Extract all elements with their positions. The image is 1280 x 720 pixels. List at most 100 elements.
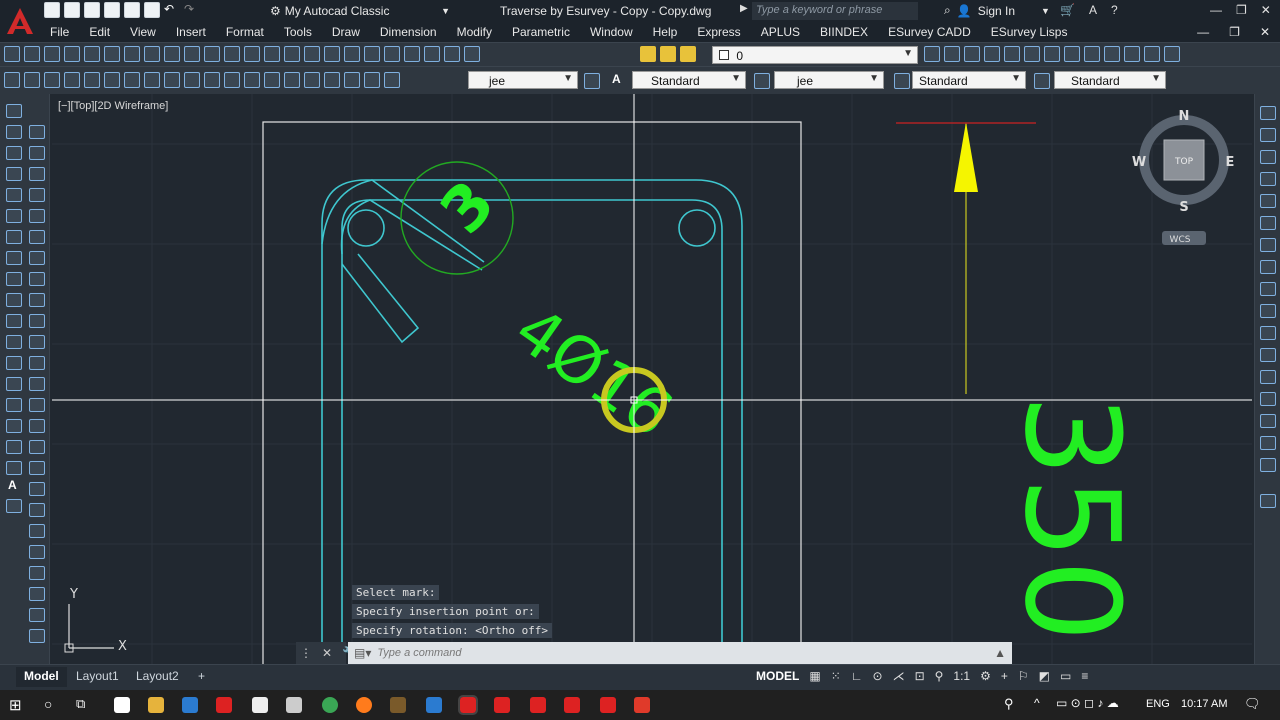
radius-icon[interactable] [84, 72, 100, 88]
media-icon[interactable] [216, 697, 232, 713]
preview-icon[interactable] [84, 46, 100, 62]
table-icon[interactable] [6, 461, 22, 475]
jogged-linear-icon[interactable] [324, 72, 340, 88]
line-icon[interactable] [6, 104, 22, 118]
object-snap-icon[interactable]: ⊡ [915, 669, 925, 683]
menu-aplus[interactable]: APLUS [751, 25, 810, 39]
isolate-objects-icon[interactable]: ⚐ [1018, 669, 1029, 683]
compass-east[interactable]: E [1226, 155, 1235, 170]
lock-icon[interactable] [680, 46, 696, 62]
snap-insert-icon[interactable] [1260, 370, 1276, 384]
layer-match-icon[interactable] [1084, 46, 1100, 62]
tolerance-icon[interactable] [264, 72, 280, 88]
annotation-visibility-icon[interactable]: ⚲ [935, 669, 944, 683]
multiline-text-icon[interactable]: A [8, 478, 17, 492]
zoom-realtime-icon[interactable] [284, 46, 300, 62]
plot-icon[interactable] [64, 46, 80, 62]
block-editor-icon[interactable] [204, 46, 220, 62]
copy-icon[interactable] [144, 46, 160, 62]
autocad-2-icon[interactable] [494, 697, 510, 713]
insert-block-icon[interactable] [6, 335, 22, 349]
align-icon[interactable] [29, 566, 45, 580]
tab-layout2[interactable]: Layout2 [128, 667, 187, 687]
grip-icon[interactable]: ⋮ [300, 646, 312, 660]
menu-dimension[interactable]: Dimension [370, 25, 447, 39]
menu-help[interactable]: Help [643, 25, 688, 39]
chrome-icon[interactable] [322, 697, 338, 713]
layer-delete-icon[interactable] [1144, 46, 1160, 62]
undo-icon[interactable] [224, 46, 240, 62]
drawing-area[interactable]: 3 4Ø16 350 Y X TOP N S E W WCS [52, 94, 1252, 664]
save-icon[interactable] [44, 46, 60, 62]
sheet-set-icon[interactable] [404, 46, 420, 62]
search-input[interactable]: Type a keyword or phrase [752, 2, 918, 20]
polyline-edit-icon[interactable] [29, 482, 45, 496]
paste-icon[interactable] [164, 46, 180, 62]
text-edit-icon[interactable] [364, 72, 380, 88]
rebar-top-right[interactable] [678, 209, 716, 247]
layer-properties-icon[interactable] [924, 46, 940, 62]
hatch-edit-icon[interactable] [29, 545, 45, 559]
rotate-icon[interactable] [29, 251, 45, 265]
document-restore-icon[interactable]: ❐ [1219, 25, 1250, 39]
layer-isolate-icon[interactable] [984, 46, 1000, 62]
mail-icon[interactable] [252, 697, 268, 713]
autocad-3-icon[interactable] [530, 697, 546, 713]
command-history-icon[interactable]: ▤▾ [354, 646, 371, 660]
hatch-icon[interactable] [6, 398, 22, 412]
move-icon[interactable] [29, 230, 45, 244]
extend-icon[interactable] [29, 335, 45, 349]
app-red-icon[interactable] [634, 697, 650, 713]
trim-icon[interactable] [29, 314, 45, 328]
application-menu-button[interactable] [0, 0, 40, 42]
snap-perpendicular-icon[interactable] [1260, 326, 1276, 340]
sign-in-button[interactable]: ⌕ 👤 Sign In ▼ [944, 3, 1050, 18]
qnew-icon[interactable] [4, 46, 20, 62]
ortho-icon[interactable]: ∟ [851, 669, 863, 683]
firefox-icon[interactable] [356, 697, 372, 713]
dimension-style-dropdown[interactable]: jee ▼ [468, 71, 578, 89]
quick-dimension-icon[interactable] [164, 72, 180, 88]
rectangle-icon[interactable] [6, 188, 22, 202]
menu-parametric[interactable]: Parametric [502, 25, 580, 39]
cut-icon[interactable] [124, 46, 140, 62]
polyline-icon[interactable] [6, 146, 22, 160]
snap-extension-icon[interactable] [1260, 238, 1276, 252]
circle-icon[interactable] [6, 230, 22, 244]
menu-modify[interactable]: Modify [447, 25, 502, 39]
dimension-style-dropdown-2[interactable]: jee ▼ [774, 71, 884, 89]
chamfer-icon[interactable] [29, 398, 45, 412]
dimension-space-icon[interactable] [224, 72, 240, 88]
notifications-icon[interactable]: 🗨 [1244, 696, 1261, 712]
clock[interactable]: 10:17 AM [1181, 698, 1227, 710]
dimension-break-icon[interactable] [244, 72, 260, 88]
dimension-text[interactable]: 350 [996, 394, 1148, 642]
file-explorer-icon[interactable] [148, 697, 164, 713]
continue-icon[interactable] [204, 72, 220, 88]
calculator-icon[interactable] [444, 46, 460, 62]
bar-label[interactable]: 4Ø16 [501, 293, 685, 453]
design-center-icon[interactable] [364, 46, 380, 62]
redo-icon[interactable] [244, 46, 260, 62]
multileader-style-icon[interactable] [1034, 73, 1050, 89]
ordinate-icon[interactable] [64, 72, 80, 88]
compass-west[interactable]: W [1132, 155, 1146, 170]
snap-endpoint-icon[interactable] [1260, 150, 1276, 164]
print-icon[interactable] [144, 2, 160, 18]
triangle-a-icon[interactable]: A [1089, 3, 1097, 17]
text-style-dropdown[interactable]: Standard ▼ [632, 71, 746, 89]
snap-node-icon[interactable] [1260, 392, 1276, 406]
save-icon[interactable] [84, 2, 100, 18]
menu-esurvey-cadd[interactable]: ESurvey CADD [878, 25, 981, 39]
snap-parallel-icon[interactable] [1260, 348, 1276, 362]
layer-freeze-icon[interactable] [1044, 46, 1060, 62]
menu-esurvey-lisps[interactable]: ESurvey Lisps [981, 25, 1078, 39]
table-style-icon[interactable] [894, 73, 910, 89]
copy-object-icon[interactable] [29, 146, 45, 160]
image-icon[interactable] [1260, 494, 1276, 508]
ellipse-arc-icon[interactable] [6, 314, 22, 328]
isometric-icon[interactable]: ⋌ [893, 669, 905, 683]
ellipse-icon[interactable] [6, 293, 22, 307]
menu-format[interactable]: Format [216, 25, 274, 39]
spline-icon[interactable] [6, 272, 22, 286]
